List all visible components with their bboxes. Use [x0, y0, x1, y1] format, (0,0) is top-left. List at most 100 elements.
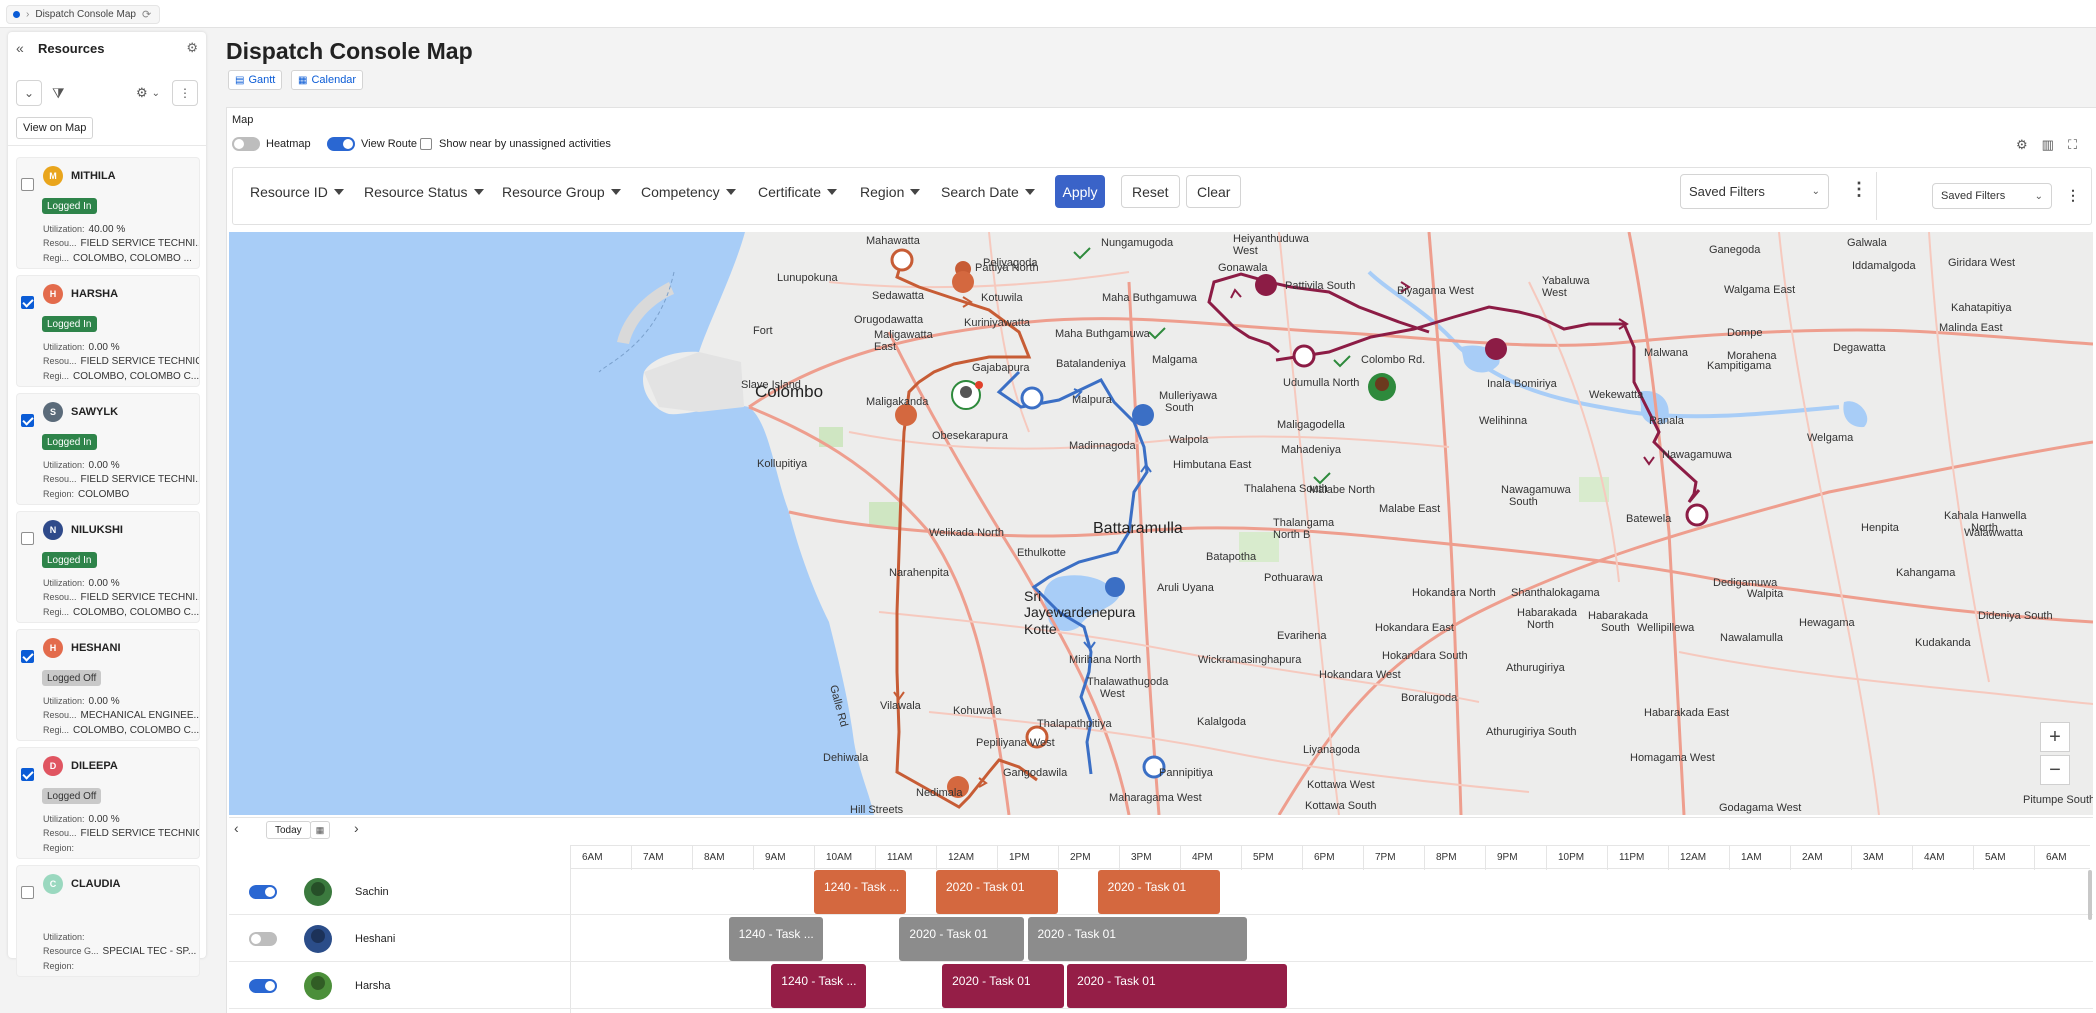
- resource-card[interactable]: M MITHILA Logged In Utilization: 40.00 % Reso…: [16, 157, 200, 269]
- console-tab[interactable]: › Dispatch Console Map ⟳: [6, 5, 161, 24]
- filter-resource-id[interactable]: Resource ID: [250, 183, 344, 201]
- home-icon[interactable]: [1020, 386, 1044, 410]
- filter-competency[interactable]: Competency: [641, 183, 736, 201]
- task-bar[interactable]: 2020 - Task 01: [1067, 964, 1287, 1008]
- place-label: Athurugiriya: [1506, 662, 1565, 674]
- clear-button[interactable]: Clear: [1186, 175, 1242, 208]
- task-bar[interactable]: 2020 - Task 01: [1097, 870, 1220, 914]
- lane-toggle[interactable]: [249, 979, 277, 993]
- filters-more-icon[interactable]: ⋮: [1850, 180, 1868, 198]
- sidebar-title: Resources: [38, 40, 105, 56]
- more-options-button[interactable]: ⋮: [172, 80, 198, 106]
- place-label: Malinda East: [1939, 322, 2003, 334]
- place-label: Himbutana East: [1173, 459, 1252, 471]
- hour-label: 1AM: [1741, 852, 1762, 863]
- home-icon[interactable]: [1685, 503, 1709, 527]
- resource-group-line: Resou... FIELD SERVICE TECHNIC...: [43, 356, 199, 367]
- gear-icon[interactable]: ⚙: [136, 85, 148, 101]
- filter-label: Resource Group: [502, 184, 605, 200]
- saved-filters-select[interactable]: Saved Filters ⌄: [1680, 174, 1829, 209]
- pin[interactable]: [1132, 404, 1154, 426]
- gear-icon[interactable]: ⚙: [2016, 137, 2028, 153]
- utilization-line: Utilization: 0.00 %: [43, 814, 199, 825]
- show-near-checkbox[interactable]: [420, 138, 432, 150]
- resource-card[interactable]: S SAWYLK Logged In Utilization: 0.00 % Resou.…: [16, 393, 200, 505]
- place-label: Kalalgoda: [1197, 716, 1246, 728]
- avatar: D: [43, 756, 63, 776]
- pin[interactable]: [1105, 577, 1125, 597]
- resource-name: HESHANI: [71, 642, 121, 654]
- view-route-toggle[interactable]: [327, 137, 355, 151]
- heatmap-toggle[interactable]: [232, 137, 260, 151]
- filter-divider: [1876, 172, 1877, 220]
- resource-checkbox[interactable]: [21, 650, 34, 663]
- place-label: Shanthalokagama: [1511, 587, 1600, 599]
- resource-checkbox[interactable]: [21, 886, 34, 899]
- caret-down-icon: [910, 189, 921, 195]
- filter-search-date[interactable]: Search Date: [941, 183, 1035, 201]
- filter-resource-status[interactable]: Resource Status: [364, 183, 484, 201]
- place-label: Hokandara North: [1412, 587, 1496, 599]
- hour-gridline: [631, 846, 632, 870]
- task-bar[interactable]: 1240 - Task ...: [771, 964, 866, 1008]
- resource-card[interactable]: C CLAUDIA Utilization: Resource G... SPECIAL…: [16, 865, 200, 977]
- tab-calendar[interactable]: ▦ Calendar: [291, 70, 364, 90]
- zoom-in-button[interactable]: +: [2040, 722, 2070, 752]
- pin[interactable]: [952, 271, 974, 293]
- task-bar[interactable]: 1240 - Task ...: [814, 870, 906, 914]
- next-icon[interactable]: ›: [354, 820, 359, 836]
- filter-icon[interactable]: ⧩: [52, 85, 65, 102]
- utilization-label: Utilization:: [43, 224, 85, 234]
- map-canvas[interactable]: Colombo Battaramulla Sri Jayewardenepura Kot…: [229, 232, 2093, 815]
- resource-checkbox[interactable]: [21, 532, 34, 545]
- resource-checkbox[interactable]: [21, 296, 34, 309]
- place-label: Walpola: [1169, 434, 1209, 446]
- resource-card[interactable]: N NILUKSHI Logged In Utilization: 0.00 % Reso…: [16, 511, 200, 623]
- check-icon: [1333, 355, 1351, 368]
- zoom-out-button[interactable]: −: [2040, 755, 2070, 785]
- filter-certificate[interactable]: Certificate: [758, 183, 838, 201]
- filter-region[interactable]: Region: [860, 183, 921, 201]
- refresh-icon[interactable]: ⟳: [142, 8, 151, 21]
- caret-down-icon: [610, 189, 621, 195]
- pin[interactable]: [1485, 338, 1507, 360]
- filter-resource-group[interactable]: Resource Group: [502, 183, 621, 201]
- task-bar[interactable]: 2020 - Task 01: [942, 964, 1065, 1008]
- apply-button[interactable]: Apply: [1055, 175, 1105, 208]
- resource-card[interactable]: H HESHANI Logged Off Utilization: 0.00 % Reso…: [16, 629, 200, 741]
- fullscreen-icon[interactable]: ⛶: [2068, 137, 2077, 153]
- saved-more-icon[interactable]: ⋮: [2066, 188, 2080, 202]
- timeline-scrollbar[interactable]: [2088, 870, 2092, 920]
- resource-checkbox[interactable]: [21, 414, 34, 427]
- resource-checkbox[interactable]: [21, 768, 34, 781]
- chart-icon[interactable]: ▥: [2042, 137, 2054, 153]
- toggle-knob: [234, 139, 244, 149]
- home-icon[interactable]: [1292, 344, 1316, 368]
- select-dropdown-button[interactable]: ⌄: [16, 80, 42, 106]
- calendar-picker-icon[interactable]: ▦: [310, 821, 330, 839]
- resource-checkbox[interactable]: [21, 178, 34, 191]
- task-bar[interactable]: 2020 - Task 01: [899, 917, 1025, 961]
- pin[interactable]: [1255, 274, 1277, 296]
- resource-card[interactable]: H HARSHA Logged In Utilization: 0.00 % Resou.…: [16, 275, 200, 387]
- view-on-map-button[interactable]: View on Map: [16, 117, 94, 139]
- task-bar[interactable]: 1240 - Task ...: [728, 917, 824, 961]
- tab-gantt[interactable]: ▤ Gantt: [228, 70, 283, 90]
- saved-filters-select-2[interactable]: Saved Filters ⌄: [1932, 183, 2052, 209]
- prev-icon[interactable]: ‹: [234, 820, 239, 836]
- region-label: Region:: [43, 961, 75, 971]
- place-label: Maha Buthgamuwa: [1102, 292, 1197, 304]
- home-icon[interactable]: [890, 248, 914, 272]
- lane-toggle[interactable]: [249, 885, 277, 899]
- collapse-icon[interactable]: «: [16, 40, 32, 56]
- chevron-down-icon[interactable]: ⌄: [152, 88, 160, 99]
- resource-card[interactable]: D DILEEPA Logged Off Utilization: 0.00 % Reso…: [16, 747, 200, 859]
- task-bar[interactable]: 2020 - Task 01: [1027, 917, 1248, 961]
- place-label: Vilawala: [880, 700, 921, 712]
- task-bar[interactable]: 2020 - Task 01: [936, 870, 1058, 914]
- settings-icon[interactable]: ⚙: [186, 40, 198, 56]
- lane-toggle[interactable]: [249, 932, 277, 946]
- hour-gridline: [1485, 846, 1486, 870]
- today-button[interactable]: Today: [266, 821, 311, 839]
- reset-button[interactable]: Reset: [1121, 175, 1180, 208]
